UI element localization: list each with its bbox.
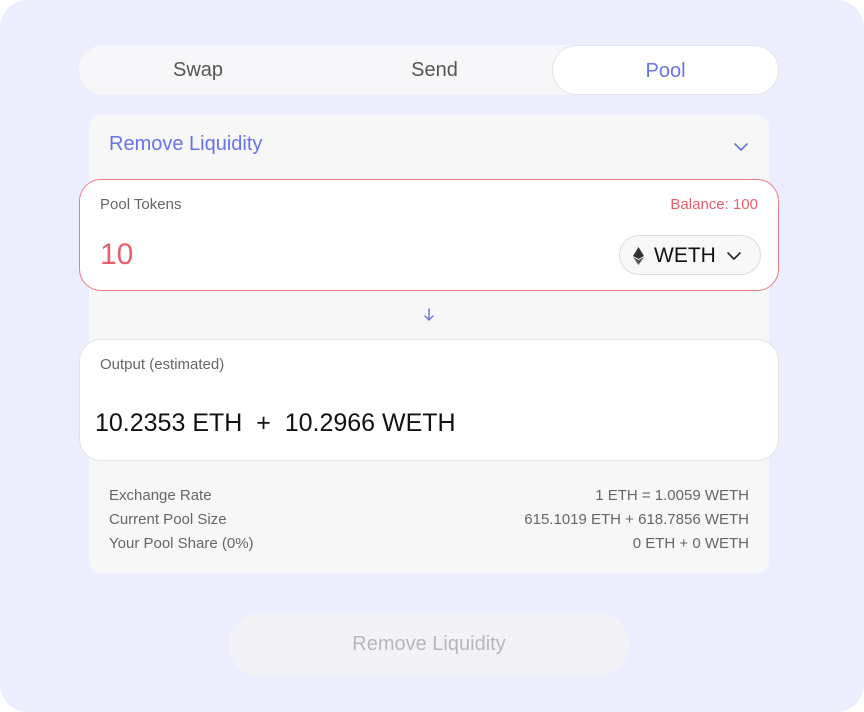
token-label: WETH xyxy=(654,244,716,267)
tab-send[interactable]: Send xyxy=(317,45,552,95)
detail-label: Current Pool Size xyxy=(109,511,227,528)
pool-size-row: Current Pool Size 615.1019 ETH + 618.785… xyxy=(109,511,749,531)
exchange-rate-row: Exchange Rate 1 ETH = 1.0059 WETH xyxy=(109,487,749,507)
arrow-down-icon xyxy=(424,308,434,321)
chevron-down-icon[interactable] xyxy=(733,139,749,155)
output-label: Output (estimated) xyxy=(100,356,225,373)
output-values: 10.2353 ETH + 10.2966 WETH xyxy=(95,409,456,437)
detail-value: 1 ETH = 1.0059 WETH xyxy=(595,487,749,504)
pool-share-row: Your Pool Share (0%) 0 ETH + 0 WETH xyxy=(109,535,749,555)
token-select-button[interactable]: WETH xyxy=(619,235,761,275)
remove-liquidity-button[interactable]: Remove Liquidity xyxy=(229,613,629,676)
mode-tabs: Swap Send Pool xyxy=(79,45,779,95)
detail-value: 0 ETH + 0 WETH xyxy=(632,535,749,552)
balance-label[interactable]: Balance: 100 xyxy=(670,196,758,213)
chevron-down-icon xyxy=(727,252,741,260)
ethereum-icon xyxy=(633,247,644,265)
detail-label: Your Pool Share (0%) xyxy=(109,535,254,552)
pool-tokens-label: Pool Tokens xyxy=(100,196,182,213)
liquidity-card: Swap Send Pool Remove Liquidity Pool Tok… xyxy=(0,0,864,712)
detail-label: Exchange Rate xyxy=(109,487,212,504)
tab-swap[interactable]: Swap xyxy=(79,45,317,95)
section-title[interactable]: Remove Liquidity xyxy=(109,133,262,156)
pool-tokens-amount-input[interactable] xyxy=(100,236,400,274)
tab-pool[interactable]: Pool xyxy=(552,45,779,95)
detail-value: 615.1019 ETH + 618.7856 WETH xyxy=(524,511,749,528)
